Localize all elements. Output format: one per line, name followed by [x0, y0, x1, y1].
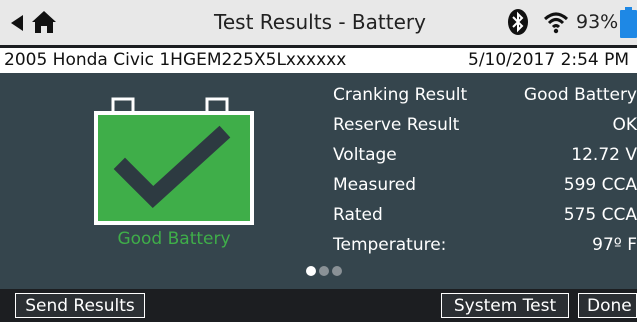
battery-status-label: Good Battery	[117, 229, 231, 249]
results-list: Cranking Result Good Battery Reserve Res…	[333, 81, 637, 261]
result-label: Reserve Result	[333, 115, 460, 135]
system-test-button[interactable]: System Test	[441, 293, 569, 318]
battery-percent: 93%	[576, 11, 619, 33]
vehicle-info: 2005 Honda Civic 1HGEM225X5Lxxxxxx	[4, 50, 347, 70]
result-row-voltage: Voltage 12.72 V	[333, 141, 637, 171]
home-icon[interactable]	[31, 10, 57, 34]
result-value: OK	[612, 115, 637, 135]
result-label: Measured	[333, 175, 417, 195]
results-panel: Good Battery Cranking Result Good Batter…	[0, 73, 637, 289]
top-bar: Test Results - Battery 93%	[0, 0, 637, 45]
result-row-cranking: Cranking Result Good Battery	[333, 81, 637, 111]
result-value: 97º F	[592, 235, 637, 255]
back-arrow-icon[interactable]	[11, 15, 23, 31]
bluetooth-icon	[508, 9, 528, 35]
result-row-reserve: Reserve Result OK	[333, 111, 637, 141]
result-value: 599 CCA	[563, 175, 637, 195]
page-dot-3[interactable]	[332, 266, 342, 276]
page-title: Test Results - Battery	[214, 10, 426, 34]
result-row-temperature: Temperature: 97º F	[333, 231, 637, 261]
footer-toolbar: Send Results System Test Done	[0, 289, 637, 322]
result-label: Temperature:	[333, 235, 447, 255]
result-value: 12.72 V	[571, 145, 637, 165]
vehicle-info-bar: 2005 Honda Civic 1HGEM225X5Lxxxxxx 5/10/…	[0, 48, 637, 73]
send-results-button[interactable]: Send Results	[15, 293, 145, 318]
done-button[interactable]: Done	[578, 293, 637, 318]
result-row-rated: Rated 575 CCA	[333, 201, 637, 231]
battery-icon	[620, 7, 637, 38]
datetime: 5/10/2017 2:54 PM	[468, 50, 630, 70]
good-battery-icon	[94, 97, 254, 225]
result-row-measured: Measured 599 CCA	[333, 171, 637, 201]
page-dot-1[interactable]	[306, 266, 316, 276]
result-value: Good Battery	[523, 85, 637, 105]
page-dot-2[interactable]	[319, 266, 329, 276]
wifi-icon	[543, 12, 569, 34]
result-label: Cranking Result	[333, 85, 468, 105]
result-label: Rated	[333, 205, 383, 225]
result-label: Voltage	[333, 145, 397, 165]
result-value: 575 CCA	[563, 205, 637, 225]
